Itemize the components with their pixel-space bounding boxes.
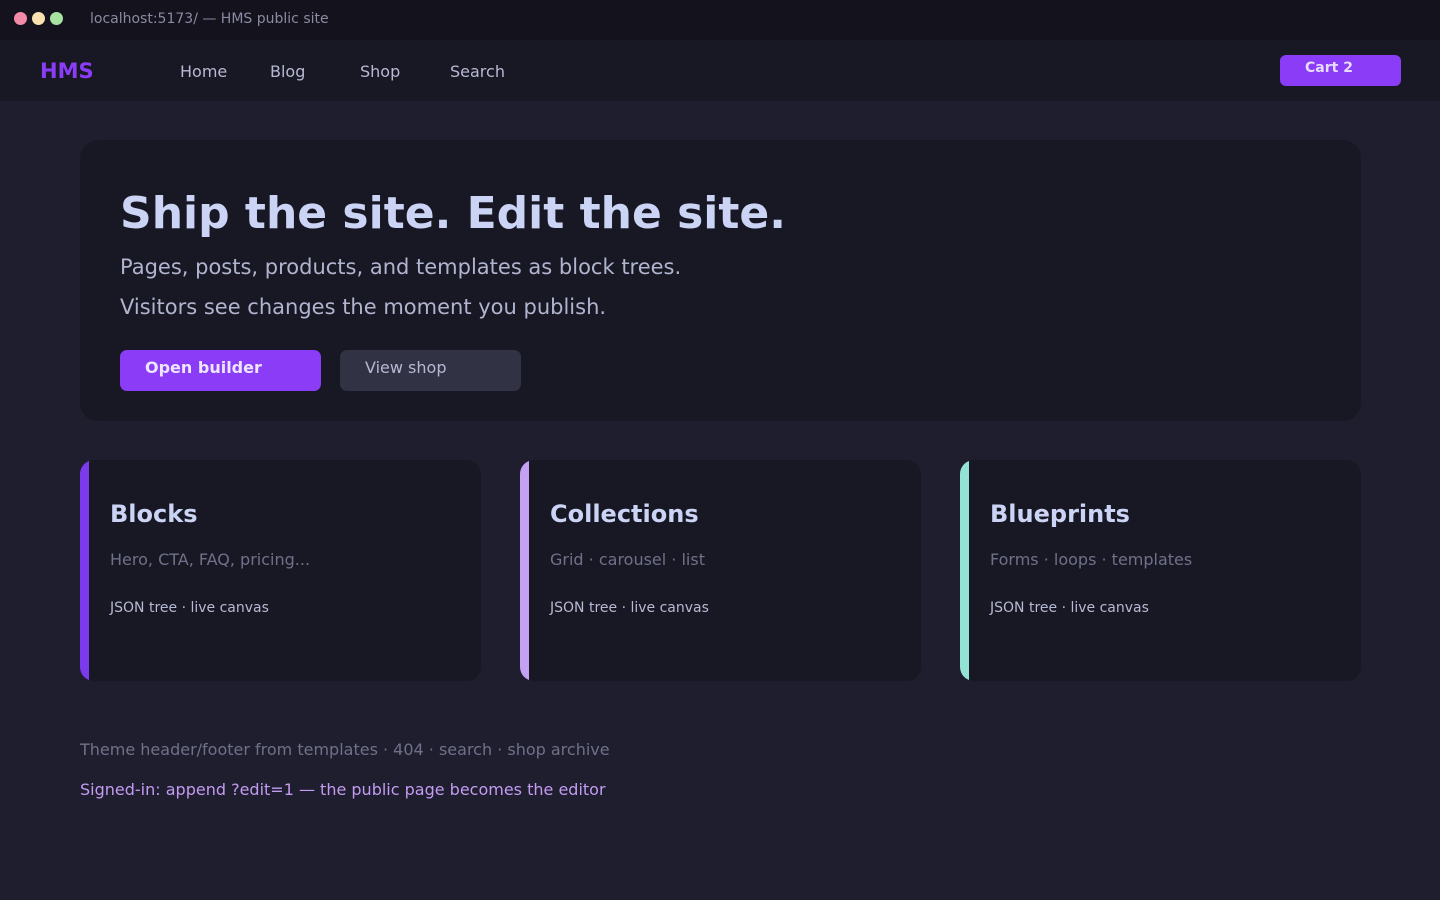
card-meta: JSON tree · live canvas bbox=[990, 600, 1149, 616]
footer-note: Theme header/footer from templates · 404… bbox=[80, 740, 610, 759]
hero-description-line: Pages, posts, products, and templates as… bbox=[120, 255, 682, 279]
card-meta: JSON tree · live canvas bbox=[550, 600, 709, 616]
card-accent-bar bbox=[80, 460, 89, 681]
hero-title: Ship the site. Edit the site. bbox=[120, 188, 786, 239]
card-accent-bar bbox=[520, 460, 529, 681]
window-titlebar: localhost:5173/ — HMS public site bbox=[0, 0, 1440, 40]
card-title: Collections bbox=[550, 500, 699, 528]
open-builder-button[interactable]: Open builder bbox=[120, 350, 321, 391]
card-title: Blocks bbox=[110, 500, 198, 528]
nav-link-shop[interactable]: Shop bbox=[360, 62, 400, 81]
site-header: HMS Home Blog Shop Search Cart 2 bbox=[0, 40, 1440, 101]
feature-card-blocks: Blocks Hero, CTA, FAQ, pricing... JSON t… bbox=[80, 460, 481, 681]
nav-link-blog[interactable]: Blog bbox=[270, 62, 305, 81]
edit-mode-hint: Signed-in: append ?edit=1 — the public p… bbox=[80, 780, 606, 799]
maximize-window-dot[interactable] bbox=[50, 12, 63, 25]
hero-description-line: Visitors see changes the moment you publ… bbox=[120, 295, 607, 319]
cart-button[interactable]: Cart 2 bbox=[1280, 55, 1401, 86]
window-title: localhost:5173/ — HMS public site bbox=[90, 11, 329, 27]
feature-card-collections: Collections Grid · carousel · list JSON … bbox=[520, 460, 921, 681]
card-accent-bar bbox=[960, 460, 969, 681]
card-title: Blueprints bbox=[990, 500, 1130, 528]
card-meta: JSON tree · live canvas bbox=[110, 600, 269, 616]
hero-section: Ship the site. Edit the site. Pages, pos… bbox=[80, 140, 1361, 421]
card-subtitle: Grid · carousel · list bbox=[550, 550, 705, 569]
minimize-window-dot[interactable] bbox=[32, 12, 45, 25]
card-subtitle: Forms · loops · templates bbox=[990, 550, 1193, 569]
view-shop-button[interactable]: View shop bbox=[340, 350, 521, 391]
nav-link-home[interactable]: Home bbox=[180, 62, 227, 81]
close-window-dot[interactable] bbox=[14, 12, 27, 25]
card-subtitle: Hero, CTA, FAQ, pricing... bbox=[110, 550, 311, 569]
feature-card-blueprints: Blueprints Forms · loops · templates JSO… bbox=[960, 460, 1361, 681]
site-logo[interactable]: HMS bbox=[40, 59, 94, 83]
nav-link-search[interactable]: Search bbox=[450, 62, 505, 81]
